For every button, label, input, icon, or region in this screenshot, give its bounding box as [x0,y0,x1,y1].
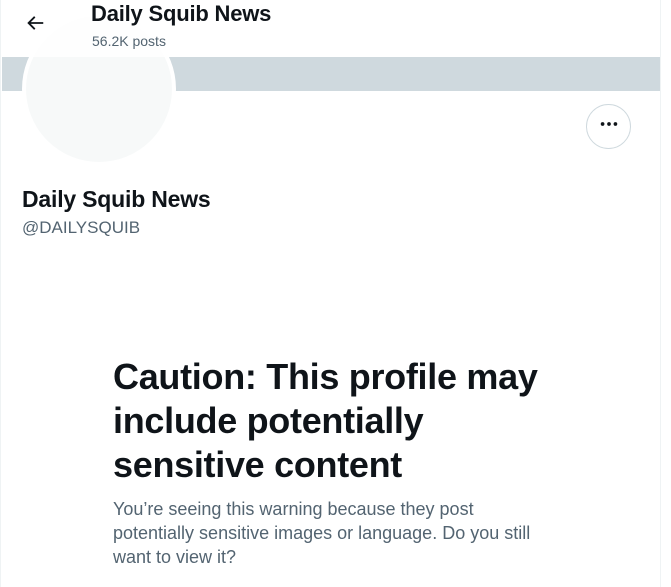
profile-name: Daily Squib News [22,186,211,212]
profile-handle: @DAILYSQUIB [22,218,141,237]
warning-title: Caution: This profile may include potent… [113,356,538,485]
post-count: 56.2K posts [92,33,166,49]
header-title: Daily Squib News [91,1,272,26]
profile-header: Daily Squib News 56.2K posts [2,0,660,57]
column-border-left [0,0,1,587]
profile-page: Daily Squib News 56.2K posts Daily Squib… [0,0,671,587]
arrow-left-icon [24,12,46,39]
more-button[interactable] [586,104,631,149]
column-border-right [660,0,661,587]
more-horizontal-icon [598,113,620,140]
warning-body: You’re seeing this warning because they … [113,499,531,567]
back-button[interactable] [16,6,54,44]
